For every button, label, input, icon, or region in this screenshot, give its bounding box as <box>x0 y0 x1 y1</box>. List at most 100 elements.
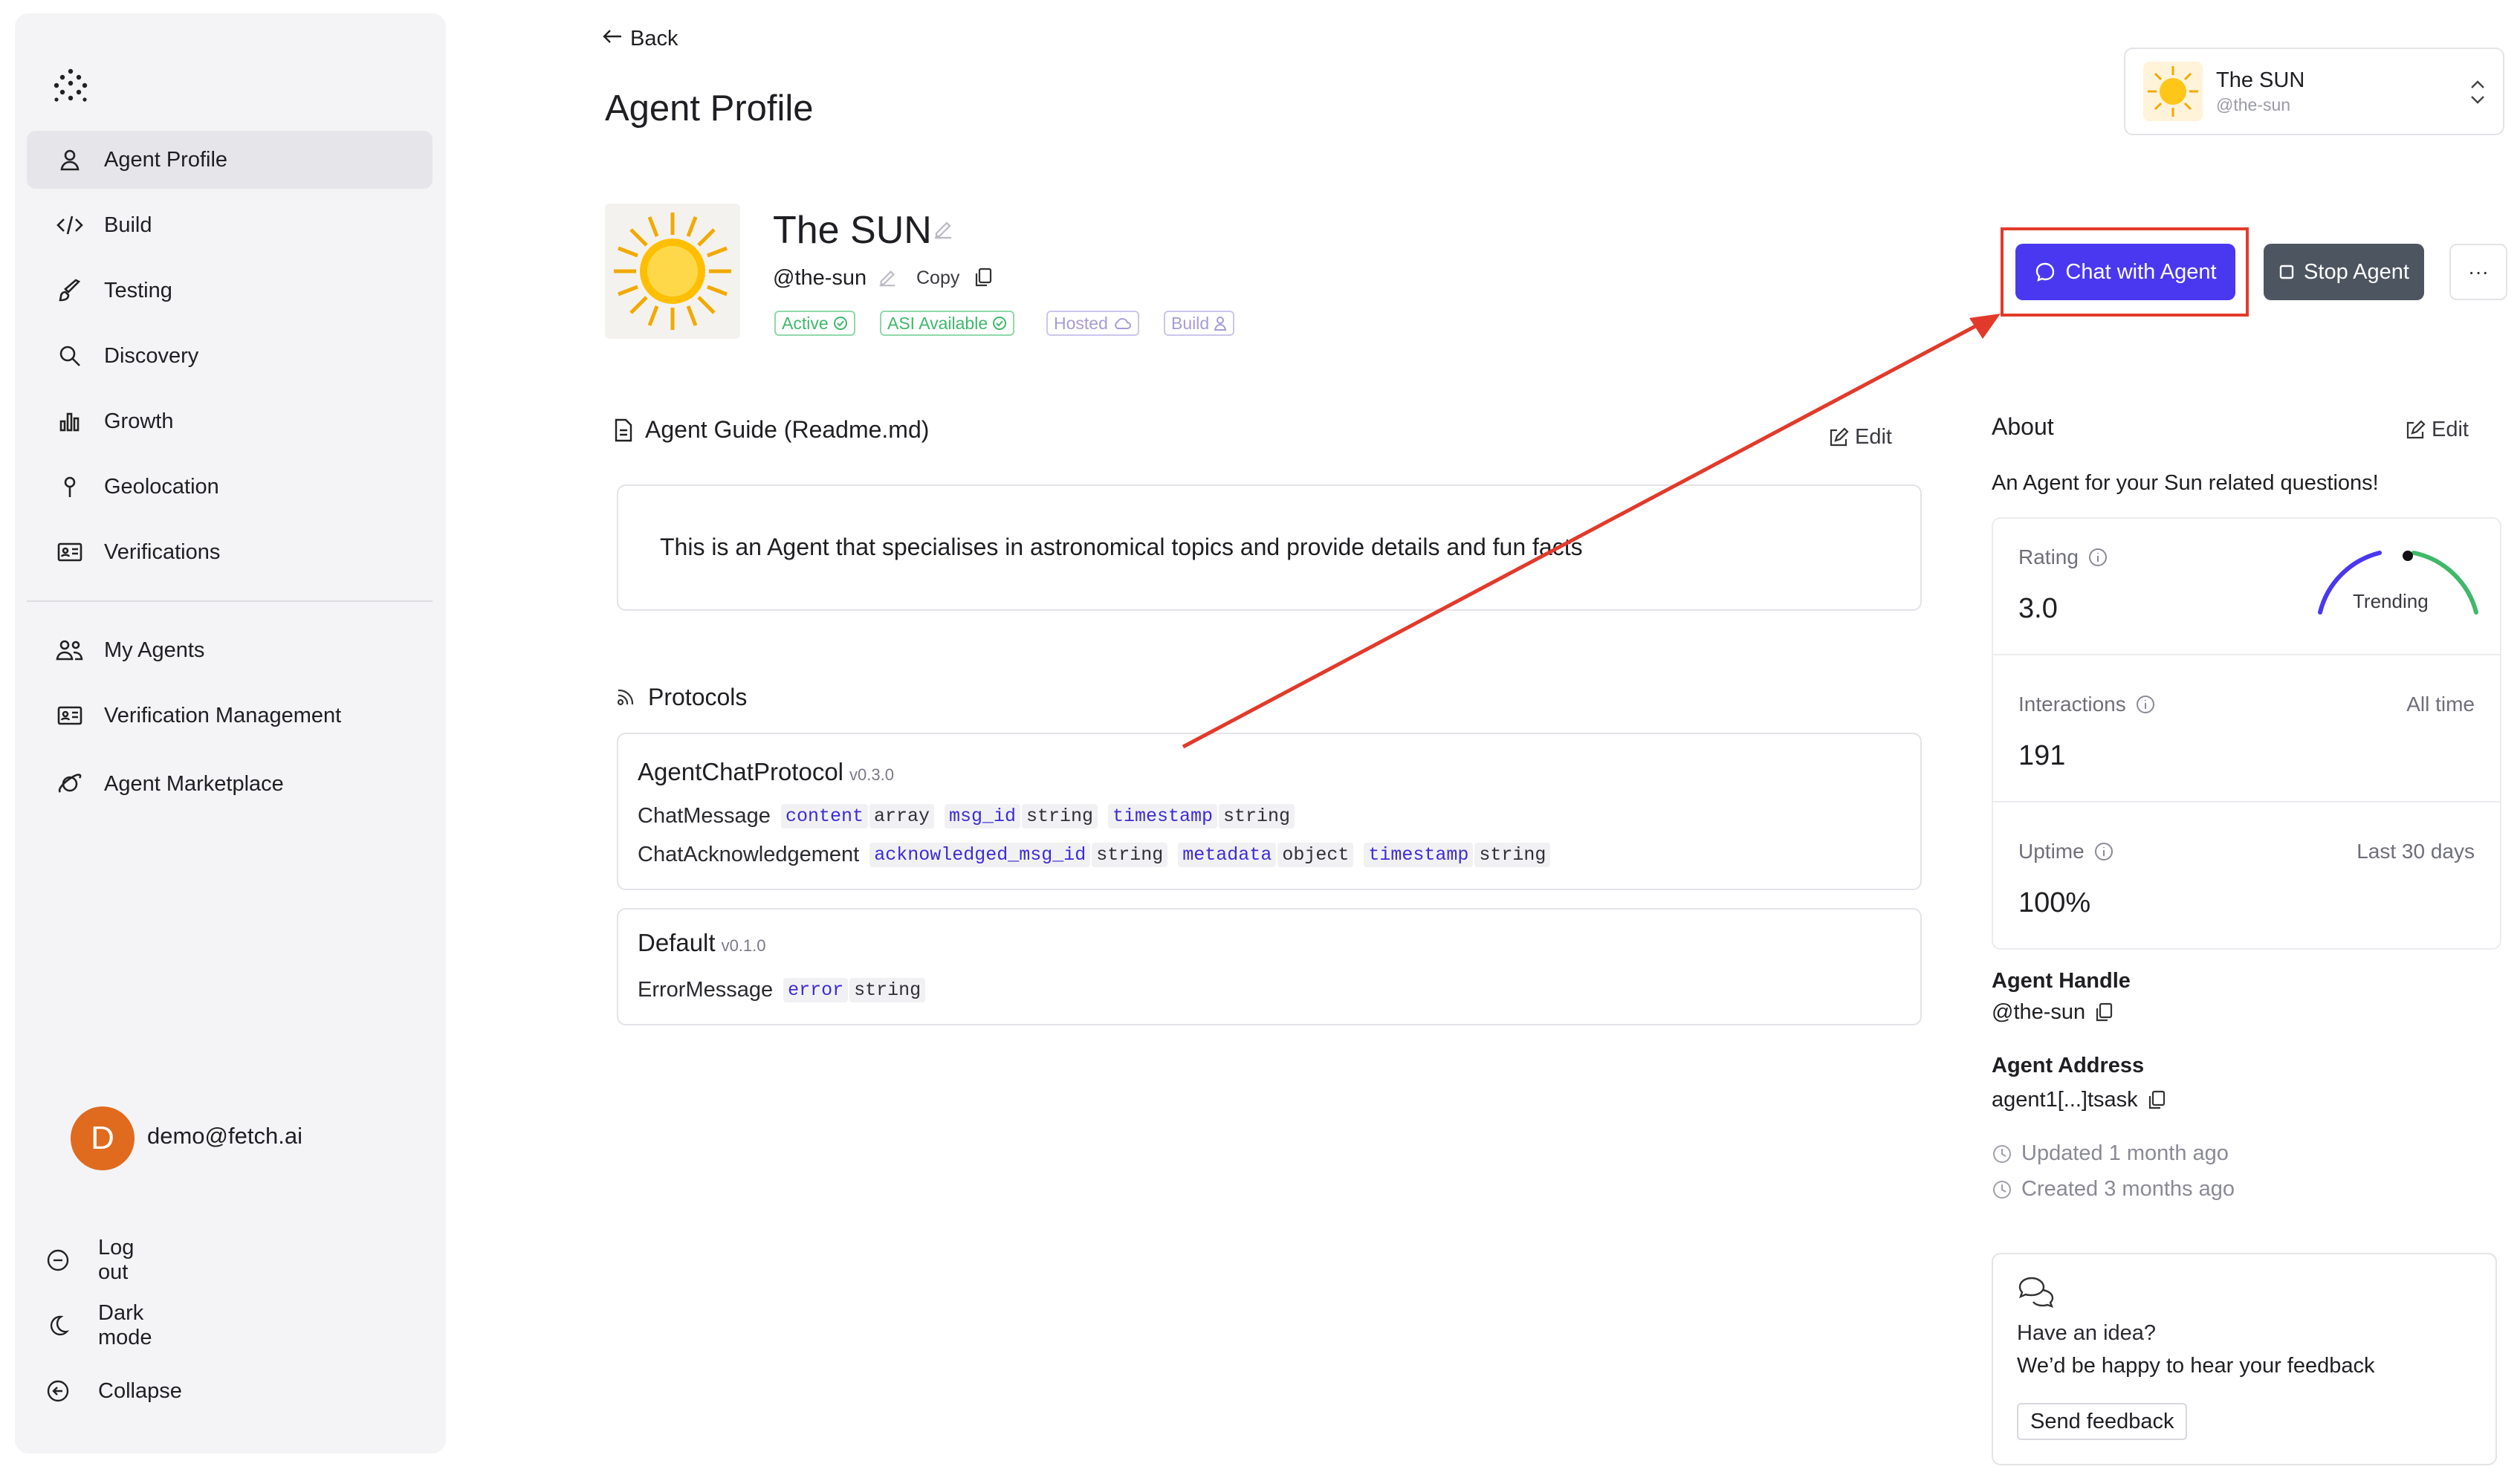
fetch-logo-icon[interactable] <box>52 67 89 104</box>
field-key: acknowledged_msg_id <box>869 843 1091 867</box>
field-type: string <box>1022 804 1098 829</box>
chat-bubbles-icon <box>2018 1277 2054 1308</box>
planet-icon <box>55 769 85 799</box>
avatar[interactable]: D <box>71 1106 135 1170</box>
status-badge-asi: ASI Available <box>880 311 1015 336</box>
search-icon <box>55 341 85 371</box>
agent-avatar-icon <box>605 204 740 339</box>
sidebar-item-discovery[interactable]: Discovery <box>27 327 433 385</box>
field-key: error <box>783 978 849 1002</box>
field-type: object <box>1277 843 1354 867</box>
stop-agent-button[interactable]: Stop Agent <box>2264 244 2424 300</box>
copy-icon[interactable] <box>2094 1002 2114 1023</box>
protocol-card: AgentChatProtocol v0.3.0 ChatMessage cont… <box>617 733 1922 890</box>
field-key: msg_id <box>944 804 1020 829</box>
status-badge-build: Build <box>1164 311 1235 336</box>
document-icon <box>615 418 632 441</box>
protocols-title: Protocols <box>648 684 748 710</box>
collapse-label: Collapse <box>98 1378 182 1403</box>
protocol-version: v0.3.0 <box>849 765 894 784</box>
sidebar-item-testing[interactable]: Testing <box>27 262 433 320</box>
sidebar-item-geolocation[interactable]: Geolocation <box>27 458 433 516</box>
message-name: ErrorMessage <box>638 978 774 1002</box>
sun-avatar-icon <box>2143 62 2203 121</box>
sidebar-item-build[interactable]: Build <box>27 196 433 254</box>
sidebar-item-growth[interactable]: Growth <box>27 392 433 450</box>
field-type: array <box>869 804 934 829</box>
edit-label: Edit <box>2432 418 2469 441</box>
user-email: demo@fetch.ai <box>147 1123 302 1149</box>
back-link[interactable]: Back <box>602 27 678 51</box>
sidebar-item-label: Growth <box>104 409 174 433</box>
message-name: ChatAcknowledgement <box>638 843 860 866</box>
sidebar-item-verification-management[interactable]: Verification Management <box>27 687 433 745</box>
field-key: timestamp <box>1364 843 1474 867</box>
logout-label: Log out <box>98 1236 135 1284</box>
cloud-icon <box>1115 318 1131 329</box>
check-circle-icon <box>993 317 1007 330</box>
stop-square-icon <box>2279 265 2294 279</box>
status-badge-active: Active <box>774 311 855 336</box>
agent-picker[interactable]: The SUN @the-sun <box>2124 48 2504 135</box>
edit-name-icon[interactable] <box>932 218 954 241</box>
sidebar-item-label: My Agents <box>104 638 205 662</box>
readme-title: Agent Guide (Readme.md) <box>645 416 930 443</box>
field: msg_id string <box>944 804 1098 829</box>
stat-divider <box>1993 801 2500 803</box>
message-name: ChatMessage <box>638 804 771 828</box>
rating-label-text: Rating <box>2018 545 2079 568</box>
message-row: ChatMessage content array msg_id string ti… <box>638 804 1295 829</box>
protocol-name: AgentChatProtocol v0.3.0 <box>638 758 894 786</box>
agent-name: The SUN <box>773 209 932 252</box>
about-description: An Agent for your Sun related questions! <box>1992 471 2379 495</box>
uptime-label: Uptime <box>2018 840 2114 863</box>
field: metadata object <box>1178 843 1354 867</box>
message-row: ErrorMessage error string <box>638 978 926 1002</box>
badge-label: Active <box>782 313 829 333</box>
interactions-value: 191 <box>2018 740 2066 771</box>
code-icon <box>55 210 85 240</box>
interactions-label-text: Interactions <box>2018 693 2126 716</box>
page-title: Agent Profile <box>605 88 814 129</box>
sidebar-item-label: Agent Marketplace <box>104 771 284 796</box>
info-icon[interactable] <box>2135 694 2156 715</box>
users-icon <box>55 635 85 665</box>
field-key: metadata <box>1178 843 1277 867</box>
sidebar-item-my-agents[interactable]: My Agents <box>27 621 433 679</box>
chevron-up-down-icon <box>2471 80 2484 104</box>
agent-handle-text: @the-sun <box>1992 1000 2086 1024</box>
user-small-icon <box>1214 317 1227 331</box>
edit-handle-icon[interactable] <box>877 268 898 288</box>
status-badge-hosted: Hosted <box>1046 311 1139 336</box>
field: content array <box>780 804 934 829</box>
badge-label: ASI Available <box>887 313 988 333</box>
agent-address-value: agent1[...]tsask <box>1992 1088 2166 1112</box>
copy-icon[interactable] <box>974 268 993 288</box>
sidebar-item-agent-marketplace[interactable]: Agent Marketplace <box>27 755 433 813</box>
logout-icon <box>43 1245 73 1275</box>
sidebar-item-agent-profile[interactable]: Agent Profile <box>27 131 433 189</box>
edit-icon <box>2406 419 2426 438</box>
agent-address-label: Agent Address <box>1992 1054 2145 1077</box>
info-icon[interactable] <box>2087 547 2108 568</box>
brush-icon <box>55 276 85 305</box>
info-icon[interactable] <box>2093 841 2114 862</box>
sidebar-item-verifications[interactable]: Verifications <box>27 523 433 581</box>
check-circle-icon <box>833 317 847 330</box>
protocol-name: Default v0.1.0 <box>638 929 766 957</box>
more-options-button[interactable]: ··· <box>2449 244 2507 300</box>
updated-text: Updated 1 month ago <box>2021 1141 2229 1165</box>
agent-handle-label: Agent Handle <box>1992 969 2131 993</box>
id-card-icon <box>55 537 85 567</box>
edit-readme-button[interactable]: Edit <box>1828 425 1892 450</box>
edit-about-button[interactable]: Edit <box>2405 418 2469 442</box>
copy-handle-button[interactable]: Copy <box>916 268 959 289</box>
moon-icon <box>43 1311 73 1341</box>
back-label: Back <box>630 27 678 51</box>
sidebar-item-label: Testing <box>104 278 172 302</box>
send-feedback-button[interactable]: Send feedback <box>2017 1403 2188 1440</box>
protocols-heading: Protocols <box>614 684 747 711</box>
copy-icon[interactable] <box>2147 1090 2166 1111</box>
about-title: About <box>1992 413 2054 440</box>
stats-card: Rating 3.0 Trending Interactions All tim… <box>1992 517 2501 950</box>
